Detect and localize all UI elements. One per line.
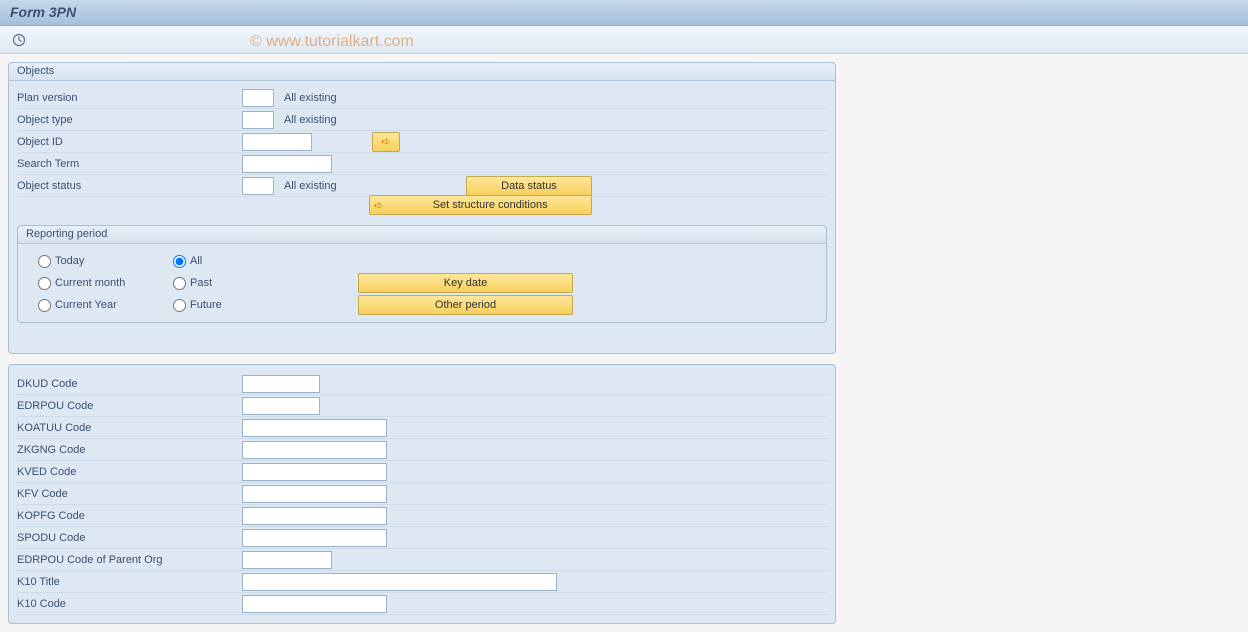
label-k10-code: K10 Code — [17, 598, 242, 610]
input-edrpou[interactable] — [242, 397, 320, 415]
input-object-id[interactable] — [242, 133, 312, 151]
label-edrpou-parent: EDRPOU Code of Parent Org — [17, 554, 242, 566]
label-object-type: Object type — [17, 114, 242, 126]
row-k10-code: K10 Code — [17, 593, 827, 615]
radio-all[interactable] — [173, 255, 186, 268]
row-object-type: Object type All existing — [17, 109, 827, 131]
row-struct-conditions: ➪ Set structure conditions — [9, 195, 835, 217]
input-object-type[interactable] — [242, 111, 274, 129]
label-current-year: Current Year — [55, 299, 117, 311]
row-zkgng: ZKGNG Code — [17, 439, 827, 461]
row-dkud: DKUD Code — [17, 373, 827, 395]
row-kfv: KFV Code — [17, 483, 827, 505]
radio-row-3: Current Year Future Other period — [18, 294, 826, 316]
main-area: Objects Plan version All existing Object… — [0, 54, 1248, 632]
label-object-id: Object ID — [17, 136, 242, 148]
row-search-term: Search Term — [17, 153, 827, 175]
other-period-label: Other period — [435, 299, 496, 311]
row-koatuu: KOATUU Code — [17, 417, 827, 439]
other-period-button[interactable]: Other period — [358, 295, 573, 315]
row-edrpou-parent: EDRPOU Code of Parent Org — [17, 549, 827, 571]
input-kopfg[interactable] — [242, 507, 387, 525]
label-past: Past — [190, 277, 212, 289]
label-current-month: Current month — [55, 277, 125, 289]
struct-btn-label: Set structure conditions — [389, 199, 591, 211]
input-dkud[interactable] — [242, 375, 320, 393]
label-object-status: Object status — [17, 180, 242, 192]
reporting-body: Today All Current month — [18, 244, 826, 322]
label-plan-version: Plan version — [17, 92, 242, 104]
label-dkud: DKUD Code — [17, 378, 242, 390]
reporting-period-header: Reporting period — [18, 226, 826, 244]
radio-past[interactable] — [173, 277, 186, 290]
label-edrpou: EDRPOU Code — [17, 400, 242, 412]
row-kved: KVED Code — [17, 461, 827, 483]
input-search-term[interactable] — [242, 155, 332, 173]
row-kopfg: KOPFG Code — [17, 505, 827, 527]
input-k10-title[interactable] — [242, 573, 557, 591]
radio-today[interactable] — [38, 255, 51, 268]
radio-row-2: Current month Past Key date — [18, 272, 826, 294]
data-status-label: Data status — [501, 180, 557, 192]
text-object-type-after: All existing — [284, 114, 337, 126]
row-k10-title: K10 Title — [17, 571, 827, 593]
multi-select-button[interactable]: ➪ — [372, 132, 400, 152]
reporting-period-panel: Reporting period Today All — [17, 225, 827, 323]
label-kved: KVED Code — [17, 466, 242, 478]
row-object-id: Object ID ➪ — [17, 131, 827, 153]
codes-panel: DKUD Code EDRPOU Code KOATUU Code ZKGNG … — [8, 364, 836, 624]
input-spodu[interactable] — [242, 529, 387, 547]
row-edrpou: EDRPOU Code — [17, 395, 827, 417]
input-k10-code[interactable] — [242, 595, 387, 613]
label-zkgng: ZKGNG Code — [17, 444, 242, 456]
data-status-button[interactable]: Data status — [466, 176, 592, 196]
label-kfv: KFV Code — [17, 488, 242, 500]
arrow-right-icon: ➪ — [381, 135, 390, 148]
radio-row-1: Today All — [18, 250, 826, 272]
input-object-status[interactable] — [242, 177, 274, 195]
row-spodu: SPODU Code — [17, 527, 827, 549]
text-plan-version-after: All existing — [284, 92, 337, 104]
objects-panel: Objects Plan version All existing Object… — [8, 62, 836, 354]
label-spodu: SPODU Code — [17, 532, 242, 544]
objects-panel-body: Plan version All existing Object type Al… — [9, 81, 835, 353]
label-today: Today — [55, 255, 84, 267]
row-plan-version: Plan version All existing — [17, 87, 827, 109]
radio-future[interactable] — [173, 299, 186, 312]
label-future: Future — [190, 299, 222, 311]
label-search-term: Search Term — [17, 158, 242, 170]
row-object-status: Object status All existing Data status — [17, 175, 827, 197]
page-title: Form 3PN — [0, 0, 1248, 26]
input-zkgng[interactable] — [242, 441, 387, 459]
key-date-button[interactable]: Key date — [358, 273, 573, 293]
input-plan-version[interactable] — [242, 89, 274, 107]
label-koatuu: KOATUU Code — [17, 422, 242, 434]
label-k10-title: K10 Title — [17, 576, 242, 588]
label-all: All — [190, 255, 202, 267]
input-koatuu[interactable] — [242, 419, 387, 437]
title-text: Form 3PN — [10, 4, 76, 20]
radio-current-month[interactable] — [38, 277, 51, 290]
input-kved[interactable] — [242, 463, 387, 481]
arrow-right-icon: ➪ — [374, 199, 383, 212]
toolbar — [0, 26, 1248, 54]
label-kopfg: KOPFG Code — [17, 510, 242, 522]
radio-current-year[interactable] — [38, 299, 51, 312]
execute-icon[interactable] — [10, 31, 28, 49]
input-kfv[interactable] — [242, 485, 387, 503]
text-object-status-after: All existing — [284, 180, 337, 192]
input-edrpou-parent[interactable] — [242, 551, 332, 569]
set-structure-conditions-button[interactable]: ➪ Set structure conditions — [369, 195, 592, 215]
key-date-label: Key date — [444, 277, 487, 289]
objects-panel-header: Objects — [9, 63, 835, 81]
